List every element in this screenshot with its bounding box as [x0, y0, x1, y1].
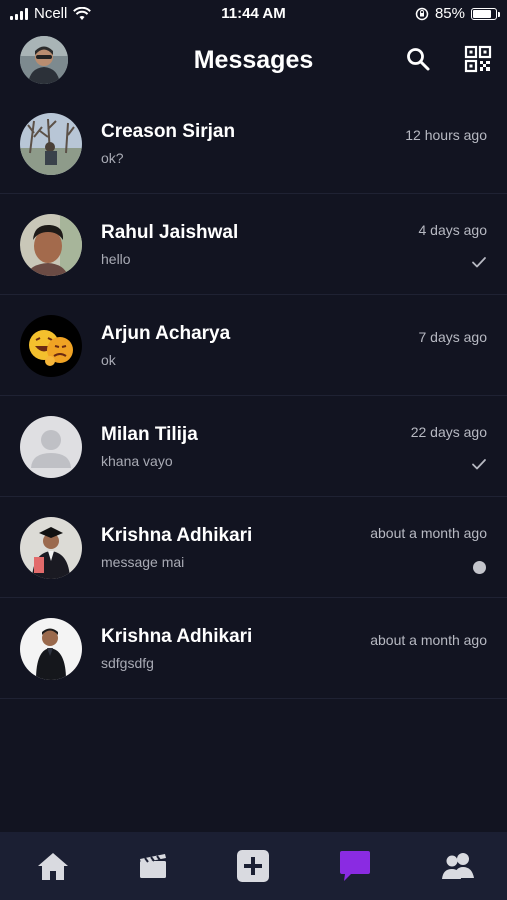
check-icon — [472, 459, 486, 470]
last-message: ok — [101, 352, 116, 368]
contact-name: Milan Tilija — [101, 424, 198, 445]
avatar — [20, 517, 82, 579]
status-right: 85% — [415, 5, 500, 22]
check-icon — [472, 257, 486, 268]
last-message: hello — [101, 251, 131, 267]
header: Messages — [0, 30, 507, 92]
unread-dot — [473, 561, 486, 574]
message-time: 4 days ago — [418, 222, 488, 238]
contact-name: Creason Sirjan — [101, 121, 236, 142]
contact-name: Krishna Adhikari — [101, 626, 253, 647]
avatar — [20, 416, 82, 478]
conversation-list: Creason Sirjan ok? 12 hours ago Rahul Ja… — [0, 93, 507, 699]
conversation-item[interactable]: Krishna Adhikari sdfgsdfg about a month … — [0, 598, 507, 699]
search-icon[interactable] — [404, 45, 432, 73]
contact-name: Rahul Jaishwal — [101, 222, 239, 243]
avatar — [20, 618, 82, 680]
avatar — [20, 315, 82, 377]
reels-icon[interactable] — [135, 848, 171, 884]
avatar — [20, 113, 82, 175]
message-time: about a month ago — [370, 525, 487, 541]
battery-icon — [471, 7, 500, 20]
battery-percent: 85% — [434, 5, 465, 22]
conversation-item[interactable]: Krishna Adhikari message mai about a mon… — [0, 497, 507, 598]
orientation-lock-icon — [415, 7, 429, 20]
conversation-item[interactable]: Arjun Acharya ok 7 days ago — [0, 295, 507, 396]
qr-code-icon[interactable] — [464, 45, 492, 73]
status-bar: Ncell 11:44 AM 85% — [0, 0, 507, 28]
message-time: 22 days ago — [410, 424, 487, 440]
message-time: 7 days ago — [418, 329, 488, 345]
home-icon[interactable] — [35, 848, 71, 884]
contact-name: Arjun Acharya — [101, 323, 231, 344]
contact-name: Krishna Adhikari — [101, 525, 253, 546]
bottom-nav — [0, 832, 507, 900]
create-post-icon[interactable] — [235, 848, 271, 884]
conversation-item[interactable]: Creason Sirjan ok? 12 hours ago — [0, 93, 507, 194]
conversation-item[interactable]: Milan Tilija khana vayo 22 days ago — [0, 396, 507, 497]
last-message: message mai — [101, 554, 185, 570]
last-message: ok? — [101, 150, 124, 166]
messages-icon[interactable] — [337, 848, 373, 884]
message-time: 12 hours ago — [405, 127, 487, 143]
avatar — [20, 214, 82, 276]
friends-icon[interactable] — [440, 848, 476, 884]
conversation-item[interactable]: Rahul Jaishwal hello 4 days ago — [0, 194, 507, 295]
last-message: sdfgsdfg — [101, 655, 154, 671]
last-message: khana vayo — [101, 453, 173, 469]
message-time: about a month ago — [370, 632, 487, 648]
